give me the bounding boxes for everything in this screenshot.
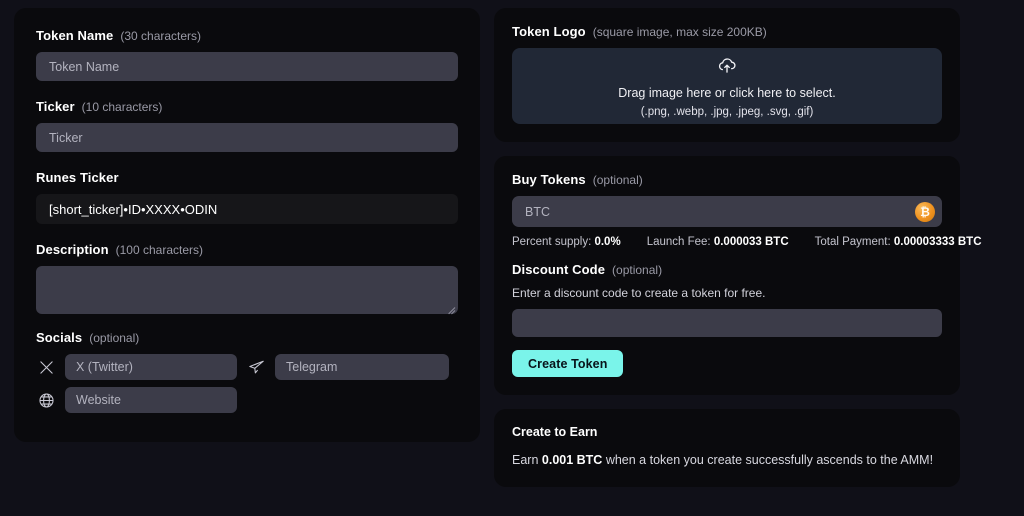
token-logo-label-row: Token Logo (square image, max size 200KB… xyxy=(512,24,942,39)
buy-amount-wrapper: BTC ₿ xyxy=(512,196,942,227)
dropzone-primary-text: Drag image here or click here to select. xyxy=(618,85,836,100)
token-logo-hint: (square image, max size 200KB) xyxy=(592,25,767,39)
create-to-earn-title: Create to Earn xyxy=(512,425,598,439)
buy-tokens-label-row: Buy Tokens (optional) xyxy=(512,172,942,187)
socials-hint: (optional) xyxy=(89,331,140,345)
discount-code-label: Discount Code xyxy=(512,262,606,277)
dropzone-formats-text: (.png, .webp, .jpg, .jpeg, .svg, .gif) xyxy=(640,105,814,118)
percent-supply-item: Percent supply: 0.0% xyxy=(512,236,621,248)
ticker-label: Ticker xyxy=(36,99,75,114)
total-payment-item: Total Payment: 0.00003333 BTC xyxy=(815,236,982,248)
create-to-earn-text: Earn 0.001 BTC when a token you create s… xyxy=(512,453,942,467)
logo-dropzone[interactable]: Drag image here or click here to select.… xyxy=(512,48,942,124)
website-input[interactable]: Website xyxy=(65,387,237,413)
launch-fee-label: Launch Fee: xyxy=(646,236,711,248)
description-hint: (100 characters) xyxy=(115,243,203,257)
fee-summary: Percent supply: 0.0% Launch Fee: 0.00003… xyxy=(512,236,982,248)
buy-tokens-hint: (optional) xyxy=(592,173,643,187)
left-column: Token Name (30 characters) Token Name Ti… xyxy=(14,8,480,508)
token-logo-panel: Token Logo (square image, max size 200KB… xyxy=(494,8,960,142)
website-placeholder: Website xyxy=(76,393,121,407)
socials-row-one: X (Twitter) Telegram xyxy=(36,354,458,380)
percent-supply-label: Percent supply: xyxy=(512,236,592,248)
runes-ticker-value: [short_ticker]•ID•XXXX•ODIN xyxy=(36,194,458,224)
discount-code-note: Enter a discount code to create a token … xyxy=(512,286,766,300)
ticker-placeholder: Ticker xyxy=(49,130,83,145)
total-payment-label: Total Payment: xyxy=(814,236,891,248)
buy-tokens-panel: Buy Tokens (optional) BTC ₿ Percent supp… xyxy=(494,156,982,395)
token-name-input[interactable]: Token Name xyxy=(36,52,458,81)
telegram-placeholder: Telegram xyxy=(286,360,338,374)
discount-code-hint: (optional) xyxy=(612,263,663,277)
socials-row-two: Website xyxy=(36,387,458,413)
buy-tokens-label: Buy Tokens xyxy=(512,172,586,187)
runes-ticker-label: Runes Ticker xyxy=(36,170,119,185)
x-twitter-placeholder: X (Twitter) xyxy=(76,360,133,374)
discount-code-label-row: Discount Code (optional) xyxy=(512,262,942,277)
create-to-earn-panel: Create to Earn Earn 0.001 BTC when a tok… xyxy=(494,409,960,487)
telegram-input[interactable]: Telegram xyxy=(275,354,449,380)
right-column: Token Logo (square image, max size 200KB… xyxy=(494,8,982,508)
launch-fee-item: Launch Fee: 0.000033 BTC xyxy=(647,236,789,248)
token-name-label: Token Name xyxy=(36,28,114,43)
token-details-panel: Token Name (30 characters) Token Name Ti… xyxy=(14,8,480,442)
bitcoin-icon[interactable]: ₿ xyxy=(915,201,935,222)
total-payment-value: 0.00003333 BTC xyxy=(893,236,982,248)
ticker-hint: (10 characters) xyxy=(81,100,163,114)
ticker-input[interactable]: Ticker xyxy=(36,123,458,152)
token-creation-page: Token Name (30 characters) Token Name Ti… xyxy=(0,0,1024,516)
description-label: Description xyxy=(36,242,109,257)
telegram-icon xyxy=(246,357,266,377)
x-twitter-icon xyxy=(36,357,56,377)
socials-label: Socials xyxy=(36,330,83,345)
cloud-upload-icon xyxy=(717,55,737,80)
earn-amount: 0.001 BTC xyxy=(541,453,603,467)
earn-text-after: when a token you create successfully asc… xyxy=(602,453,934,467)
ticker-label-row: Ticker (10 characters) xyxy=(36,99,458,114)
token-name-hint: (30 characters) xyxy=(120,29,202,43)
earn-text-before: Earn xyxy=(512,453,542,467)
runes-ticker-label-row: Runes Ticker xyxy=(36,170,458,185)
buy-amount-placeholder: BTC xyxy=(525,204,550,219)
description-label-row: Description (100 characters) xyxy=(36,242,458,257)
launch-fee-value: 0.000033 BTC xyxy=(713,236,789,248)
resize-handle-icon[interactable] xyxy=(446,302,456,315)
buy-amount-input[interactable]: BTC xyxy=(512,196,942,227)
percent-supply-value: 0.0% xyxy=(594,236,621,248)
globe-icon xyxy=(36,390,56,410)
token-name-placeholder: Token Name xyxy=(49,59,120,74)
token-logo-label: Token Logo xyxy=(512,24,586,39)
socials-label-row: Socials (optional) xyxy=(36,330,458,345)
create-token-button[interactable]: Create Token xyxy=(512,350,624,377)
token-name-label-row: Token Name (30 characters) xyxy=(36,28,458,43)
x-twitter-input[interactable]: X (Twitter) xyxy=(65,354,237,380)
discount-code-input[interactable] xyxy=(512,309,942,337)
description-textarea[interactable] xyxy=(36,266,458,315)
